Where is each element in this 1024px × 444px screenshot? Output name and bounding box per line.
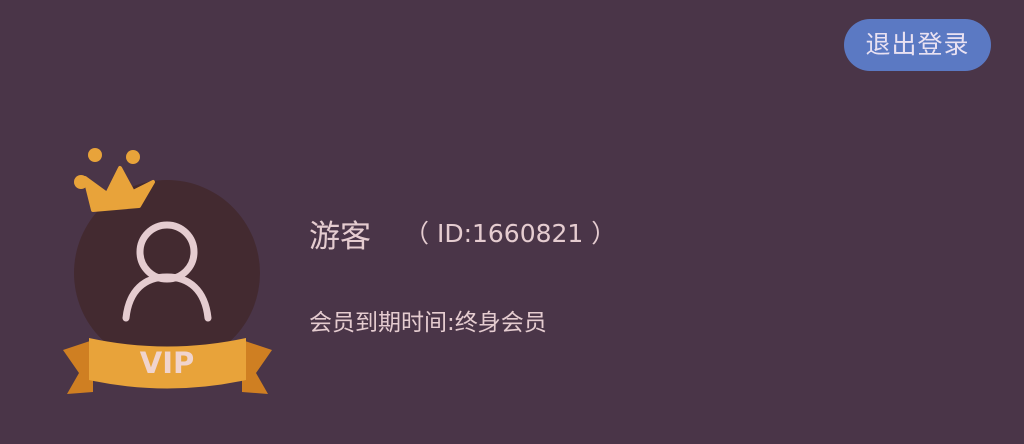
profile-screen: 退出登录 VIP 游客 （ ID:1660821 ） 会员到期时间:终身会员 <box>0 0 1024 444</box>
crown-icon <box>74 148 155 212</box>
logout-button[interactable]: 退出登录 <box>844 19 991 71</box>
membership-expiry: 会员到期时间:终身会员 <box>309 310 547 336</box>
vip-label: VIP <box>140 346 195 380</box>
user-id: （ ID:1660821 ） <box>404 219 617 248</box>
vip-avatar-badge: VIP <box>55 140 280 402</box>
username: 游客 <box>309 219 371 255</box>
